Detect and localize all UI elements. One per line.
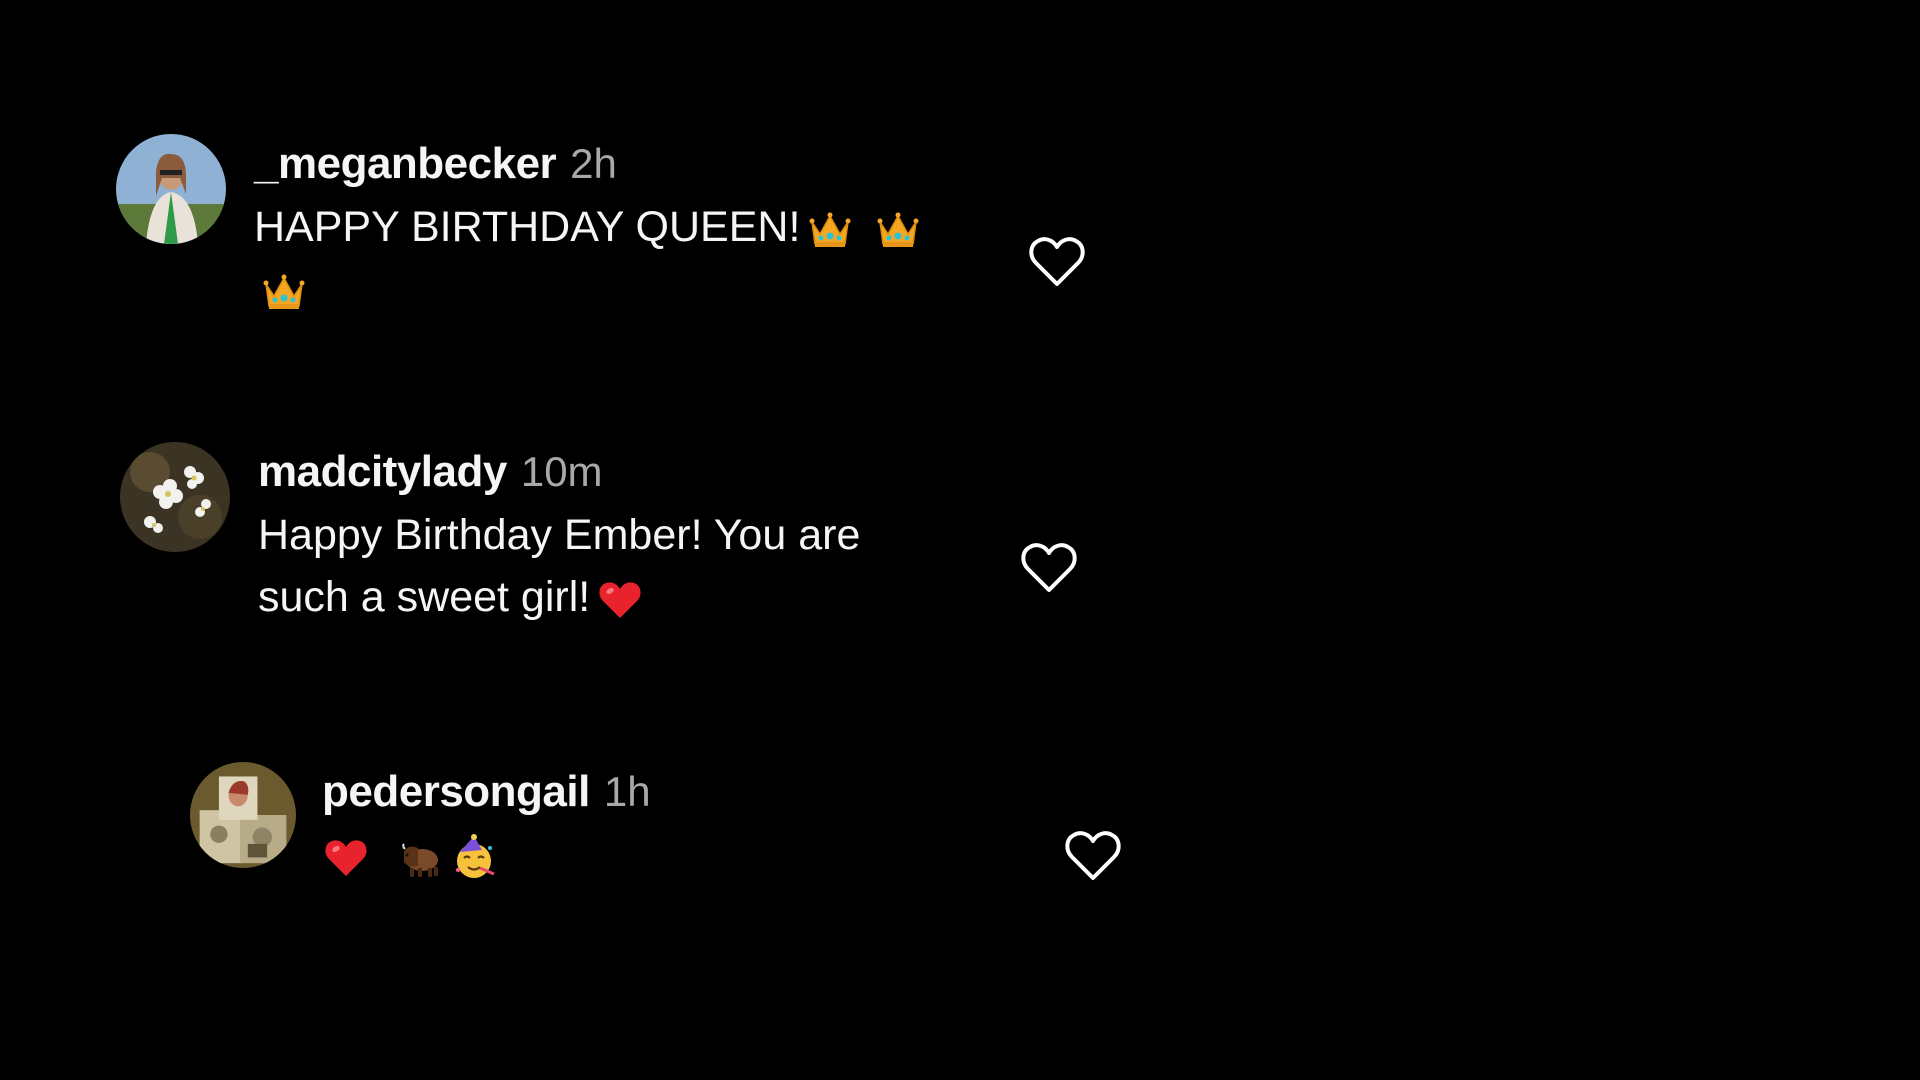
comment-username[interactable]: madcitylady (258, 444, 507, 500)
comment-reply-item: pedersongail 1h (190, 762, 651, 886)
comment-text-content: HAPPY BIRTHDAY QUEEN! (254, 203, 801, 251)
collage-portrait-icon (190, 762, 296, 868)
like-button[interactable] (1020, 540, 1078, 594)
comment-text-line: such a sweet girl! (258, 573, 591, 621)
comment-text (322, 824, 651, 886)
person-portrait-icon (116, 134, 226, 244)
comment-meta: pedersongail 1h (322, 764, 651, 820)
comment-timestamp[interactable]: 1h (604, 764, 651, 820)
comment-meta: madcitylady 10m (258, 444, 860, 500)
heart-outline-icon (1029, 237, 1085, 286)
comment-item: _meganbecker 2h HAPPY BIRTHDAY QUEEN! (116, 134, 928, 320)
red-heart-icon (322, 834, 370, 882)
crown-icon (260, 268, 308, 316)
comment-timestamp[interactable]: 10m (521, 444, 603, 500)
avatar[interactable] (116, 134, 226, 244)
crown-icon (874, 206, 922, 254)
avatar[interactable] (190, 762, 296, 868)
crown-icon (806, 206, 854, 254)
comment-item: madcitylady 10m Happy Birthday Ember! Yo… (120, 442, 860, 628)
heart-outline-icon (1065, 831, 1121, 880)
comment-username[interactable]: _meganbecker (254, 136, 557, 192)
partying-face-icon (450, 833, 498, 882)
white-flowers-icon (120, 442, 230, 552)
bison-icon (396, 834, 444, 882)
avatar[interactable] (120, 442, 230, 552)
comment-body: _meganbecker 2h HAPPY BIRTHDAY QUEEN! (254, 136, 928, 320)
like-button[interactable] (1064, 828, 1122, 882)
comment-text: Happy Birthday Ember! You are such a swe… (258, 504, 860, 628)
comment-text-line: Happy Birthday Ember! You are (258, 511, 861, 559)
comment-body: pedersongail 1h (322, 764, 651, 886)
comment-text: HAPPY BIRTHDAY QUEEN! (254, 196, 928, 320)
comment-username[interactable]: pedersongail (322, 764, 590, 820)
red-heart-icon (596, 576, 644, 624)
comments-list: _meganbecker 2h HAPPY BIRTHDAY QUEEN! ma… (0, 0, 1920, 1080)
heart-outline-icon (1021, 543, 1077, 592)
like-button[interactable] (1028, 234, 1086, 288)
comment-body: madcitylady 10m Happy Birthday Ember! Yo… (258, 444, 860, 628)
comment-timestamp[interactable]: 2h (570, 136, 617, 192)
comment-meta: _meganbecker 2h (254, 136, 928, 192)
